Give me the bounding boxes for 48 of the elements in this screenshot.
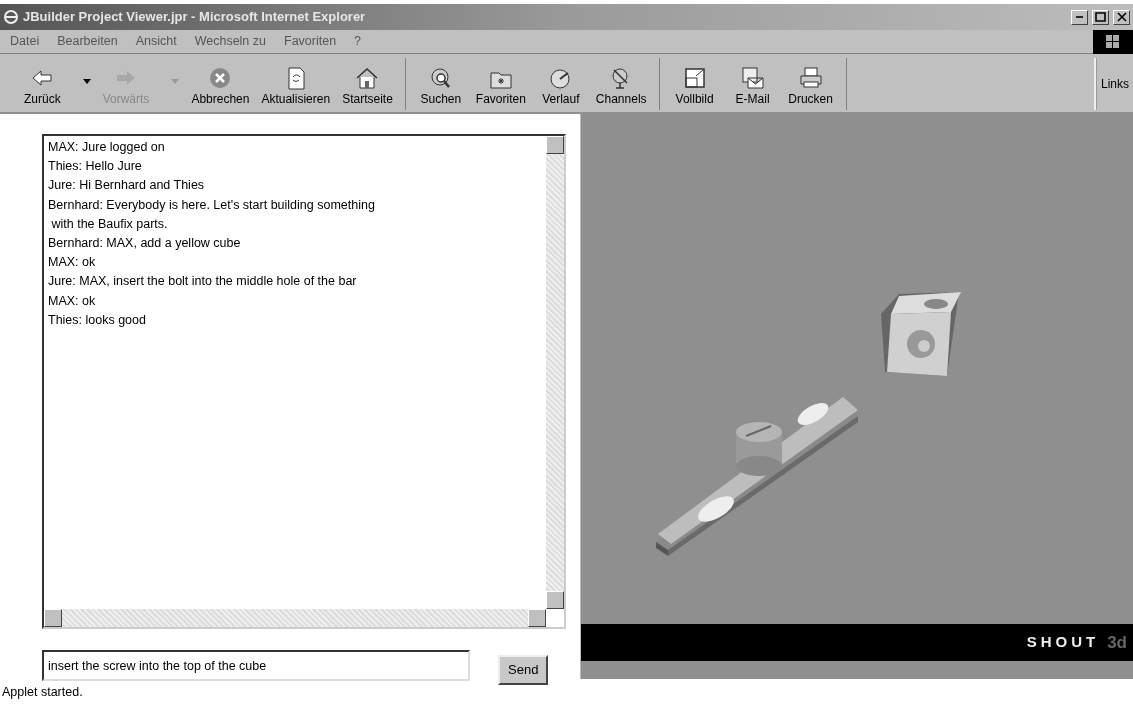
menu-item[interactable]: Wechseln zu <box>194 32 266 51</box>
browser-icon <box>3 9 19 25</box>
toolbar-button[interactable]: E-Mail <box>723 58 782 110</box>
caret-icon <box>171 79 180 84</box>
minimize-icon <box>1075 16 1084 19</box>
close-button[interactable] <box>1113 9 1130 25</box>
minimize-button[interactable] <box>1071 9 1088 25</box>
toolbar-button[interactable]: Verlauf <box>531 58 590 110</box>
status-text: Applet started. <box>1 684 84 701</box>
chat-line: Jure: Hi Bernhard and Thies <box>48 177 206 195</box>
horizontal-scrollbar[interactable] <box>44 609 546 627</box>
menu-item[interactable]: ? <box>354 32 362 51</box>
printer-icon <box>797 66 824 90</box>
windows-logo-icon <box>1093 29 1133 54</box>
chat-line: Bernhard: MAX, add a yellow cube <box>48 235 242 252</box>
toolbar-button[interactable]: Zurück <box>18 58 97 110</box>
logo-mark: 3d <box>1107 631 1127 654</box>
links-button[interactable]: Links <box>1094 58 1133 110</box>
chat-line: Jure: MAX, insert the bolt into the middle hole of the bar <box>48 273 358 291</box>
toolbar-button[interactable]: Vollbild <box>665 58 724 110</box>
message-input-field[interactable]: insert the screw into the top of the cube <box>42 650 470 682</box>
maximize-button[interactable] <box>1092 9 1109 25</box>
chat-line: Thies: Hello Jure <box>48 158 143 176</box>
toolbar-button[interactable]: Drucken <box>781 58 840 110</box>
menu-item[interactable]: Favoriten <box>284 32 337 51</box>
caret-icon <box>82 79 91 84</box>
vertical-scrollbar[interactable] <box>546 136 564 609</box>
toolbar-button[interactable]: Aktualisieren <box>255 58 337 110</box>
chat-line: MAX: ok <box>48 254 97 272</box>
menu-item[interactable]: Bearbeiten <box>57 32 118 51</box>
mail-icon <box>739 66 766 90</box>
chat-line: Bernhard: Everybody is here. Let's start building something <box>48 196 376 214</box>
logo-text: SHOUT <box>1026 632 1100 653</box>
menu-item[interactable]: Datei <box>10 32 40 51</box>
toolbar-button[interactable]: Suchen <box>411 58 470 110</box>
close-icon <box>1116 12 1127 23</box>
toolbar-button[interactable]: Startseite <box>336 58 399 110</box>
toolbar-button[interactable]: Abbrechen <box>185 58 256 110</box>
toolbar-button[interactable]: Favoriten <box>469 58 532 110</box>
chat-line: with the Baufix parts. <box>50 215 169 233</box>
menu-item[interactable]: Ansicht <box>135 32 177 51</box>
toolbar-button[interactable]: Channels <box>589 58 653 110</box>
maximize-icon <box>1095 12 1106 23</box>
chat-line: Thies: looks good <box>48 311 147 329</box>
send-button[interactable]: Send <box>498 655 549 685</box>
chat-line: MAX: ok <box>48 292 97 310</box>
chat-line: MAX: Jure logged on <box>48 139 166 156</box>
window-title: JBuilder Project Viewer.jpr - Microsoft Internet Explorer <box>23 8 366 27</box>
